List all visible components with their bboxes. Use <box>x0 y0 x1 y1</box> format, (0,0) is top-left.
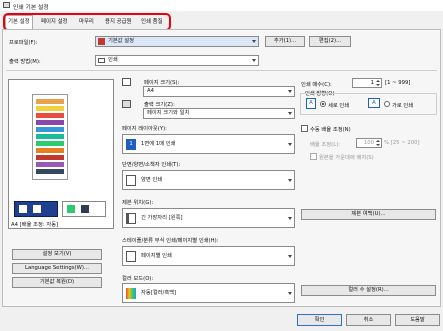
portrait-icon: A <box>306 98 316 109</box>
page-layout-dropdown[interactable]: 1 1면에 1매 인쇄 <box>122 134 295 154</box>
landscape-radio[interactable] <box>384 101 390 107</box>
page-layout-button[interactable] <box>14 201 58 217</box>
duplex-label: 단면/양면/소책자 인쇄(T): <box>122 162 181 168</box>
color-count-button[interactable]: 컬러 수 설정(R)... <box>301 285 436 296</box>
binding-margin-button[interactable]: 제본 여백(U)... <box>301 209 436 220</box>
copies-value: 1 <box>370 80 374 86</box>
color-mode-value: 자동[컬러/흑백] <box>141 290 177 296</box>
profile-label: 프로파일(F): <box>9 40 38 46</box>
help-button[interactable]: 도움말 <box>395 314 440 326</box>
edit-profile-button[interactable]: 편집(2)... <box>309 36 351 47</box>
landscape-label: 가로 인쇄 <box>392 103 414 109</box>
page-size-dropdown[interactable]: A4 <box>143 86 295 97</box>
scale-label: 배율 조정(L): <box>310 142 341 148</box>
output-size-icon <box>122 100 131 108</box>
print-icon <box>98 58 105 63</box>
center-original-label: 원본을 가운데에 배치(S) <box>319 155 374 161</box>
page-size-icon <box>122 78 131 86</box>
layout-1-icon: 1 <box>126 139 136 150</box>
center-original-checkbox[interactable] <box>310 153 317 160</box>
profile-icon <box>98 38 105 45</box>
duplex-icon <box>126 175 136 186</box>
manual-scaling-checkbox[interactable] <box>301 125 308 132</box>
page-icon <box>19 205 27 213</box>
output-size-value: 페이지 크기와 일치 <box>147 110 190 116</box>
device-icon <box>81 205 89 213</box>
copies-range: [1 ~ 999] <box>385 80 411 86</box>
binding-dropdown[interactable]: 긴 가장자리 [왼쪽] <box>122 208 295 228</box>
binding-label: 제본 위치(G): <box>122 200 154 206</box>
collate-icon <box>126 251 136 262</box>
landscape-icon: A <box>368 98 380 108</box>
color-mode-icon <box>126 288 136 299</box>
manual-scaling-label: 수동 배율 조정(N) <box>310 127 351 133</box>
scale-value: 100 <box>363 140 374 146</box>
portrait-label: 세로 인쇄 <box>328 103 350 109</box>
finishing-view-button[interactable] <box>62 201 106 217</box>
stapling-value: 페이지별 인쇄 <box>141 253 172 259</box>
ok-button[interactable]: 확인 <box>297 314 342 326</box>
output-method-dropdown[interactable]: 인쇄 <box>95 55 259 66</box>
restore-defaults-button[interactable]: 기본값 복원(D) <box>12 277 102 288</box>
copies-spinbox[interactable]: 1 <box>352 78 382 88</box>
portrait-radio[interactable] <box>320 101 326 107</box>
duplex-value: 양면 인쇄 <box>141 177 163 183</box>
duplex-dropdown[interactable]: 양면 인쇄 <box>122 170 295 190</box>
binding-value: 긴 가장자리 [왼쪽] <box>141 215 183 221</box>
page-layout-value: 1면에 1매 인쇄 <box>141 141 176 147</box>
preview-caption: A4 [배율 조정: 자동] <box>11 222 59 228</box>
page-layout-label: 페이지 레이아웃(Y): <box>122 126 167 132</box>
profile-dropdown[interactable]: 기본값 설정 <box>95 36 259 47</box>
output-size-label: 출력 크기(Z): <box>144 102 175 108</box>
copies-label: 인쇄 매수(C): <box>301 82 332 88</box>
color-mode-label: 컬러 모드(O): <box>122 276 154 282</box>
scale-spinbox[interactable]: 100 <box>356 138 382 148</box>
stapling-dropdown[interactable]: 페이지별 인쇄 <box>122 246 295 266</box>
stapling-label: 스테이플/분류 부식 인쇄/페이지별 인쇄(H): <box>122 238 219 244</box>
preview-page-image <box>32 94 68 180</box>
profile-value: 기본값 설정 <box>108 38 135 44</box>
page-icon <box>33 205 41 213</box>
printer-icon <box>3 2 10 8</box>
output-method-value: 인쇄 <box>108 57 118 63</box>
view-settings-button[interactable]: 설정 보기(V) <box>12 249 102 260</box>
divider <box>6 70 437 71</box>
page-size-label: 페이지 크기(S): <box>144 80 180 86</box>
title-bar: 인쇄 기본 설정 <box>0 0 443 11</box>
output-method-label: 출력 방법(M): <box>9 59 41 65</box>
add-profile-button[interactable]: 추가(1)... <box>265 36 305 47</box>
page-size-value: A4 <box>147 88 154 94</box>
window-title: 인쇄 기본 설정 <box>13 5 49 11</box>
output-size-dropdown[interactable]: 페이지 크기와 일치 <box>143 108 295 119</box>
color-mode-dropdown[interactable]: 자동[컬러/흑백] <box>122 283 295 303</box>
language-settings-button[interactable]: Language Settings(W)... <box>12 263 102 274</box>
scale-range: % [25 ~ 200] <box>384 140 420 146</box>
cancel-button[interactable]: 취소 <box>346 314 391 326</box>
binding-icon <box>126 213 136 224</box>
color-page-icon <box>67 205 75 213</box>
